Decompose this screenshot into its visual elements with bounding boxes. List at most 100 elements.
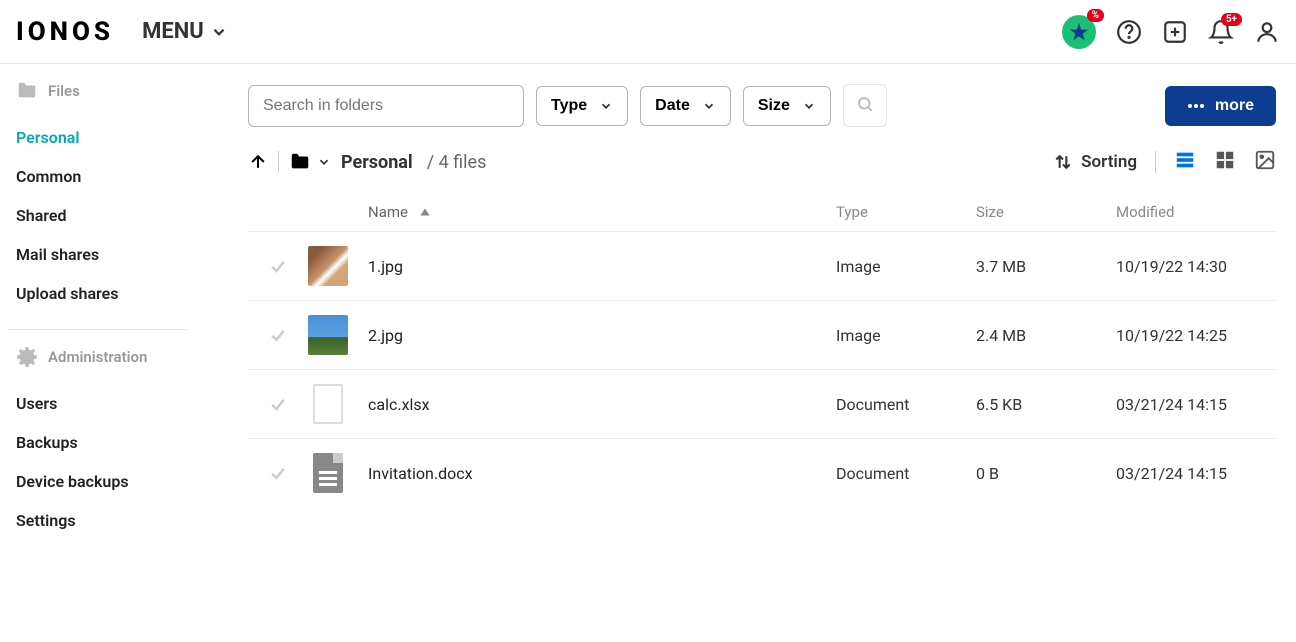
file-size: 6.5 KB (976, 395, 1116, 414)
filter-type-button[interactable]: Type (536, 86, 628, 126)
separator (1155, 151, 1156, 173)
logo: IONOS (16, 17, 114, 47)
filter-date-button[interactable]: Date (640, 86, 731, 126)
chevron-down-icon (802, 99, 816, 113)
view-gallery-button[interactable] (1254, 149, 1276, 175)
column-type[interactable]: Type (836, 203, 976, 221)
sidebar-item-users[interactable]: Users (16, 384, 224, 423)
more-label: more (1215, 97, 1254, 115)
search-input[interactable] (248, 85, 524, 127)
file-type: Image (836, 326, 976, 345)
filter-size-button[interactable]: Size (743, 86, 831, 126)
sidebar-item-common[interactable]: Common (16, 157, 224, 196)
file-modified: 03/21/24 14:15 (1116, 464, 1276, 483)
breadcrumb-folder-name: Personal (341, 152, 413, 173)
row-checkbox[interactable] (248, 325, 308, 345)
up-arrow-icon[interactable] (248, 152, 268, 172)
sidebar-item-mail-shares[interactable]: Mail shares (16, 235, 224, 274)
sidebar-admin-label: Administration (48, 348, 147, 366)
star-icon (1068, 21, 1090, 43)
filter-size-label: Size (758, 97, 790, 115)
sidebar-item-backups[interactable]: Backups (16, 423, 224, 462)
table-header: Name Type Size Modified (248, 193, 1276, 231)
search-icon-button[interactable] (843, 84, 887, 127)
header-icons: % 5+ (1062, 15, 1280, 49)
chevron-down-icon (317, 155, 331, 169)
sidebar-item-upload-shares[interactable]: Upload shares (16, 274, 224, 313)
sidebar-item-shared[interactable]: Shared (16, 196, 224, 235)
menu-label: MENU (142, 19, 204, 44)
view-list-button[interactable] (1174, 149, 1196, 175)
column-name[interactable]: Name (368, 203, 836, 221)
help-button[interactable] (1116, 19, 1142, 45)
account-button[interactable] (1254, 19, 1280, 45)
sorting-label: Sorting (1081, 152, 1137, 172)
file-type: Image (836, 257, 976, 276)
more-button[interactable]: more (1165, 86, 1276, 126)
sidebar-item-device-backups[interactable]: Device backups (16, 462, 224, 501)
sidebar-section-admin: Administration (16, 346, 224, 368)
file-size: 0 B (976, 464, 1116, 483)
toolbar: Type Date Size more (248, 84, 1276, 127)
menu-button[interactable]: MENU (142, 19, 228, 44)
file-type: Document (836, 395, 976, 414)
promo-button[interactable]: % (1062, 15, 1096, 49)
check-icon (268, 325, 288, 345)
search-icon (856, 95, 874, 113)
grid-icon (1214, 149, 1236, 171)
header: IONOS MENU % 5+ (0, 0, 1296, 64)
sidebar-files-label: Files (48, 82, 80, 100)
file-thumbnail (308, 384, 348, 424)
file-name: 1.jpg (368, 257, 836, 276)
list-icon (1174, 149, 1196, 171)
divider (8, 329, 188, 330)
column-size[interactable]: Size (976, 203, 1116, 221)
help-icon (1116, 19, 1142, 45)
add-button[interactable] (1162, 19, 1188, 45)
sidebar-section-files: Files (16, 80, 224, 102)
sidebar-item-settings[interactable]: Settings (16, 501, 224, 540)
file-modified: 03/21/24 14:15 (1116, 395, 1276, 414)
plus-square-icon (1162, 19, 1188, 45)
filter-type-label: Type (551, 97, 587, 115)
promo-badge: % (1087, 9, 1104, 22)
sorting-button[interactable]: Sorting (1053, 152, 1137, 172)
file-name: calc.xlsx (368, 395, 836, 414)
sidebar-item-personal[interactable]: Personal (16, 118, 224, 157)
file-modified: 10/19/22 14:30 (1116, 257, 1276, 276)
separator (278, 151, 279, 173)
breadcrumb-file-count: / 4 files (427, 152, 487, 173)
column-modified[interactable]: Modified (1116, 203, 1276, 221)
notifications-badge: 5+ (1221, 13, 1242, 26)
file-thumbnail (308, 315, 348, 355)
breadcrumb-folder-button[interactable] (289, 151, 331, 173)
file-thumbnail (308, 453, 348, 493)
file-row[interactable]: Invitation.docx Document 0 B 03/21/24 14… (248, 438, 1276, 507)
file-row[interactable]: calc.xlsx Document 6.5 KB 03/21/24 14:15 (248, 369, 1276, 438)
row-checkbox[interactable] (248, 256, 308, 276)
file-name: 2.jpg (368, 326, 836, 345)
file-size: 2.4 MB (976, 326, 1116, 345)
file-modified: 10/19/22 14:25 (1116, 326, 1276, 345)
filter-date-label: Date (655, 97, 690, 115)
folder-icon (16, 80, 38, 102)
row-checkbox[interactable] (248, 463, 308, 483)
chevron-down-icon (210, 23, 228, 41)
file-row[interactable]: 2.jpg Image 2.4 MB 10/19/22 14:25 (248, 300, 1276, 369)
chevron-down-icon (702, 99, 716, 113)
notifications-button[interactable]: 5+ (1208, 19, 1234, 45)
sidebar: Files Personal Common Shared Mail shares… (0, 64, 224, 556)
view-grid-button[interactable] (1214, 149, 1236, 175)
file-thumbnail (308, 246, 348, 286)
check-icon (268, 463, 288, 483)
dots-icon (1187, 103, 1205, 109)
folder-icon (289, 151, 311, 173)
gear-icon (16, 346, 38, 368)
sort-icon (1053, 152, 1073, 172)
file-row[interactable]: 1.jpg Image 3.7 MB 10/19/22 14:30 (248, 231, 1276, 300)
file-size: 3.7 MB (976, 257, 1116, 276)
file-name: Invitation.docx (368, 464, 836, 483)
file-type: Document (836, 464, 976, 483)
row-checkbox[interactable] (248, 394, 308, 414)
sort-asc-icon (418, 205, 432, 219)
